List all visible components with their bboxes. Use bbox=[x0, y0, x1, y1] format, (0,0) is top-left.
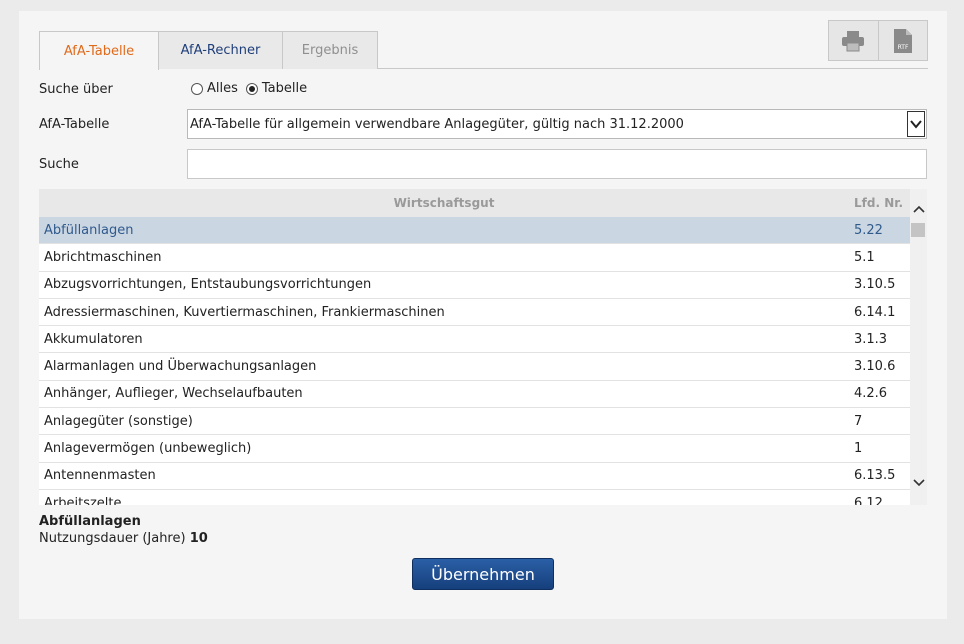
useful-life-label: Nutzungsdauer (Jahre) bbox=[39, 531, 186, 546]
rtf-label: RTF bbox=[898, 44, 909, 51]
grid-scrollbar[interactable] bbox=[910, 189, 927, 505]
radio-table-label: Tabelle bbox=[261, 81, 308, 96]
radio-selected-dot bbox=[248, 85, 255, 92]
afa-table-label: AfA-Tabelle bbox=[39, 117, 110, 132]
search-over-label: Suche über bbox=[39, 82, 113, 97]
cell-name: Adressiermaschinen, Kuvertiermaschinen, … bbox=[44, 304, 445, 320]
cell-name: Abfüllanlagen bbox=[44, 222, 134, 238]
toolbar: RTF bbox=[828, 20, 928, 61]
table-row[interactable]: Alarmanlagen und Überwachungsanlagen 3.10… bbox=[39, 353, 910, 381]
cell-nr: 5.22 bbox=[854, 222, 883, 238]
tab-ergebnis[interactable]: Ergebnis bbox=[282, 31, 378, 69]
print-button[interactable] bbox=[829, 21, 878, 60]
search-label: Suche bbox=[39, 157, 79, 172]
tab-afa-rechner[interactable]: AfA-Rechner bbox=[158, 31, 283, 69]
cell-nr: 3.10.5 bbox=[854, 277, 896, 293]
selected-asset-title: Abfüllanlagen bbox=[39, 514, 141, 529]
cell-nr: 7 bbox=[854, 413, 863, 429]
cell-name: Alarmanlagen und Überwachungsanlagen bbox=[44, 359, 317, 375]
cell-nr: 6.14.1 bbox=[854, 304, 896, 320]
scroll-up-chevron-icon[interactable] bbox=[910, 199, 927, 219]
table-row[interactable]: Abrichtmaschinen 5.1 bbox=[39, 244, 910, 272]
apply-button[interactable]: Übernehmen bbox=[412, 558, 554, 590]
cell-nr: 4.2.6 bbox=[854, 386, 888, 402]
rtf-document-icon: RTF bbox=[893, 28, 912, 53]
table-row[interactable]: Abfüllanlagen 5.22 bbox=[39, 217, 910, 245]
rtf-export-button[interactable]: RTF bbox=[877, 21, 927, 60]
cell-name: Arbeitszelte bbox=[44, 495, 122, 505]
radio-all-label: Alles bbox=[207, 81, 238, 96]
cell-nr: 6.13.5 bbox=[854, 468, 896, 484]
table-row[interactable]: Anhänger, Auflieger, Wechselaufbauten 4.2… bbox=[39, 380, 910, 409]
cell-nr: 3.10.6 bbox=[854, 359, 896, 375]
cell-name: Abzugsvorrichtungen, Entstaubungsvorrich… bbox=[44, 277, 372, 293]
useful-life-line: Nutzungsdauer (Jahre) 10 bbox=[39, 531, 208, 546]
column-header-wirtschaftsgut[interactable]: Wirtschaftsgut bbox=[44, 196, 844, 210]
table-row[interactable]: Antennenmasten 6.13.5 bbox=[39, 462, 910, 490]
cell-name: Abrichtmaschinen bbox=[44, 249, 162, 265]
tab-bar: AfA-Tabelle AfA-Rechner Ergebnis bbox=[39, 31, 928, 70]
useful-life-value: 10 bbox=[189, 531, 208, 546]
grid-header: Wirtschaftsgut Lfd. Nr. bbox=[39, 189, 910, 217]
table-row[interactable]: Arbeitszelte 6.12 bbox=[39, 489, 910, 505]
scrollbar-thumb[interactable] bbox=[911, 223, 925, 237]
table-row[interactable]: Anlagegüter (sonstige) 7 bbox=[39, 408, 910, 436]
search-input[interactable] bbox=[187, 149, 927, 179]
afa-table-select-value: AfA-Tabelle für allgemein verwendbare An… bbox=[190, 116, 684, 132]
cell-nr: 6.12 bbox=[854, 495, 883, 505]
radio-all[interactable] bbox=[191, 82, 203, 95]
cell-name: Anhänger, Auflieger, Wechselaufbauten bbox=[44, 386, 303, 402]
cell-nr: 3.1.3 bbox=[854, 331, 888, 347]
table-row[interactable]: Adressiermaschinen, Kuvertiermaschinen, … bbox=[39, 298, 910, 327]
scroll-down-chevron-icon[interactable] bbox=[910, 473, 927, 493]
column-header-lfd-nr[interactable]: Lfd. Nr. bbox=[854, 196, 903, 210]
printer-icon bbox=[842, 30, 865, 51]
table-row[interactable]: Abzugsvorrichtungen, Entstaubungsvorrich… bbox=[39, 271, 910, 299]
cell-nr: 5.1 bbox=[854, 249, 875, 265]
cell-name: Anlagegüter (sonstige) bbox=[44, 413, 193, 429]
radio-table[interactable] bbox=[245, 82, 258, 95]
cell-name: Anlagevermögen (unbeweglich) bbox=[44, 441, 252, 457]
table-row[interactable]: Anlagevermögen (unbeweglich) 1 bbox=[39, 435, 910, 463]
grid-rows: Abfüllanlagen 5.22 Abrichtmaschinen 5.1 Ab… bbox=[39, 217, 910, 505]
search-scope-radio-group: Alles Tabelle bbox=[191, 81, 311, 96]
cell-nr: 1 bbox=[854, 441, 863, 457]
afa-table-select[interactable]: AfA-Tabelle für allgemein verwendbare An… bbox=[187, 109, 927, 139]
main-panel: AfA-Tabelle AfA-Rechner Ergebnis RTF Suc… bbox=[19, 11, 947, 619]
cell-name: Akkumulatoren bbox=[44, 331, 143, 347]
chevron-down-icon[interactable] bbox=[907, 111, 925, 137]
tab-afa-tabelle[interactable]: AfA-Tabelle bbox=[39, 31, 159, 70]
asset-grid: Wirtschaftsgut Lfd. Nr. Abfüllanlagen 5.2… bbox=[39, 189, 927, 505]
table-row[interactable]: Akkumulatoren 3.1.3 bbox=[39, 326, 910, 354]
cell-name: Antennenmasten bbox=[44, 468, 156, 484]
